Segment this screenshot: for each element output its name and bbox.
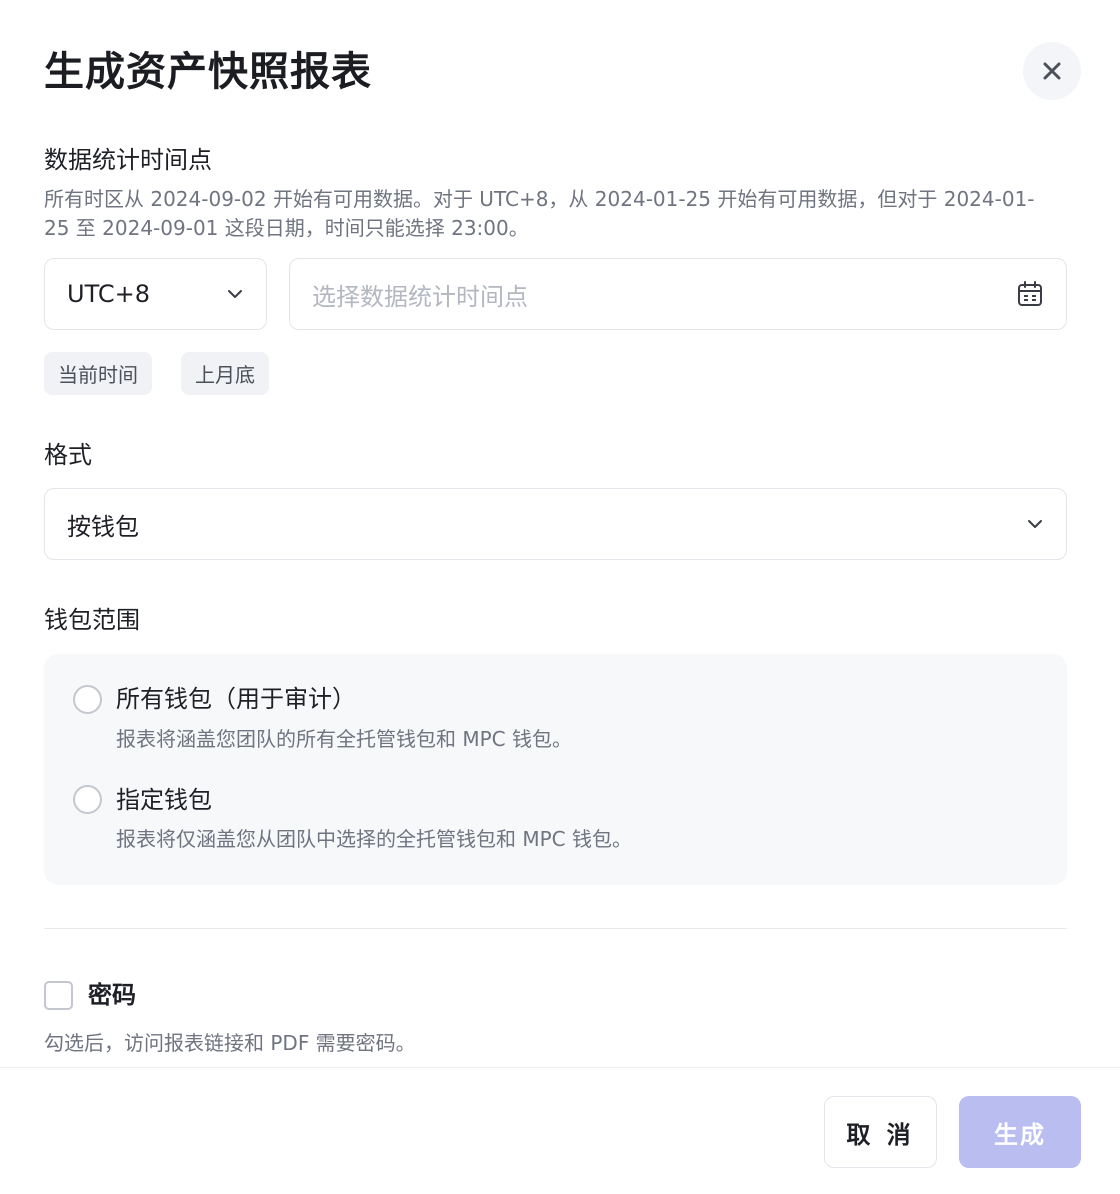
wallet-scope-group: 所有钱包（用于审计） 报表将涵盖您团队的所有全托管钱包和 MPC 钱包。 指定钱… bbox=[44, 654, 1067, 885]
close-button[interactable] bbox=[1023, 42, 1081, 100]
option-description: 报表将涵盖您团队的所有全托管钱包和 MPC 钱包。 bbox=[116, 727, 572, 751]
datetime-picker[interactable]: 选择数据统计时间点 bbox=[289, 258, 1067, 330]
calendar-icon bbox=[1018, 281, 1042, 306]
close-icon bbox=[1043, 62, 1061, 80]
stat-time-label: 数据统计时间点 bbox=[44, 146, 212, 174]
password-label: 密码 bbox=[88, 981, 136, 1009]
timezone-select[interactable]: UTC+8 bbox=[44, 258, 267, 330]
option-title: 指定钱包 bbox=[116, 786, 212, 814]
option-title: 所有钱包（用于审计） bbox=[116, 685, 356, 713]
wallet-scope-label: 钱包范围 bbox=[44, 606, 140, 634]
format-select[interactable]: 按钱包 bbox=[44, 488, 1067, 560]
radio-button[interactable] bbox=[73, 685, 102, 714]
datetime-placeholder: 选择数据统计时间点 bbox=[312, 282, 528, 311]
format-value: 按钱包 bbox=[67, 512, 139, 541]
option-description: 报表将仅涵盖您从团队中选择的全托管钱包和 MPC 钱包。 bbox=[116, 827, 632, 851]
password-hint: 勾选后，访问报表链接和 PDF 需要密码。 bbox=[44, 1031, 416, 1055]
stat-time-hint: 所有时区从 2024-09-02 开始有可用数据。对于 UTC+8，从 2024… bbox=[44, 187, 1035, 240]
modal-title: 生成资产快照报表 bbox=[44, 49, 372, 95]
format-label: 格式 bbox=[44, 441, 92, 469]
quick-option-current-time[interactable]: 当前时间 bbox=[44, 352, 152, 395]
divider bbox=[44, 928, 1067, 929]
footer-divider bbox=[0, 1067, 1120, 1068]
password-checkbox[interactable] bbox=[44, 981, 73, 1010]
chevron-down-icon bbox=[1028, 520, 1042, 528]
quick-option-last-month-end[interactable]: 上月底 bbox=[181, 352, 269, 395]
radio-button[interactable] bbox=[73, 785, 102, 814]
timezone-value: UTC+8 bbox=[67, 280, 150, 308]
generate-button[interactable]: 生成 bbox=[959, 1096, 1081, 1168]
generate-snapshot-modal: 生成资产快照报表 数据统计时间点 所有时区从 2024-09-02 开始有可用数… bbox=[0, 0, 1120, 1194]
cancel-button[interactable]: 取 消 bbox=[824, 1096, 937, 1168]
chevron-down-icon bbox=[228, 290, 242, 298]
